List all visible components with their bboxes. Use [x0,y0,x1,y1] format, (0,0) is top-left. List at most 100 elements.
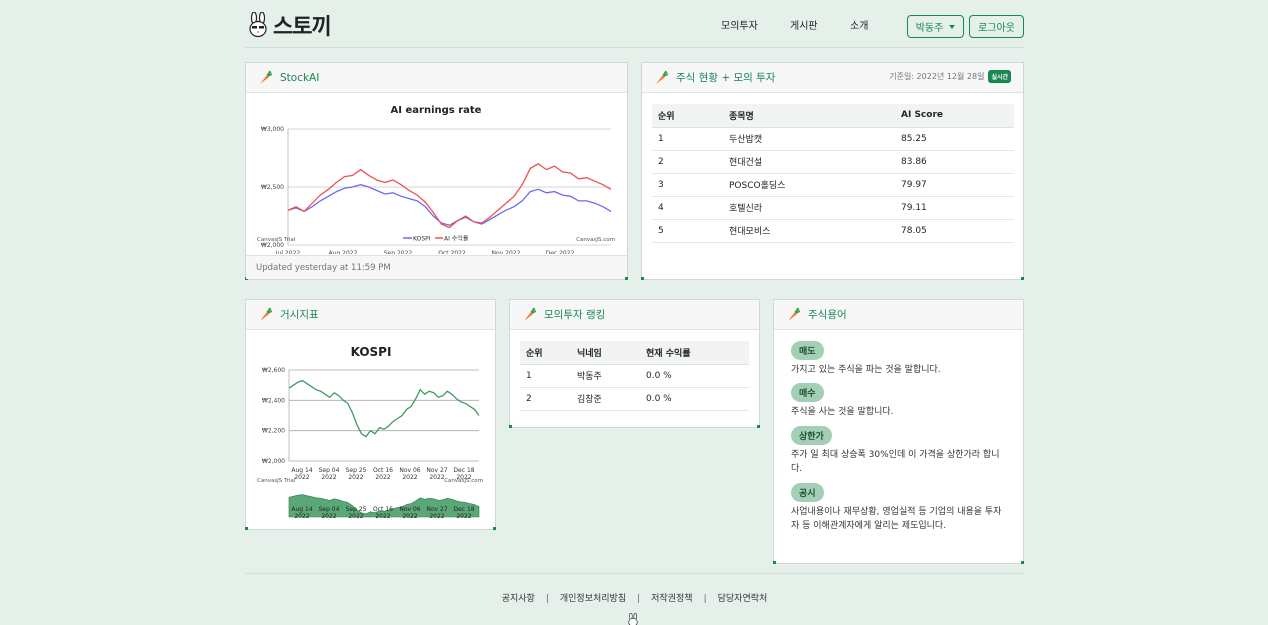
x-tick-label: Dec 18 [453,467,474,474]
x-tick-year: 2022 [294,474,309,481]
x-tick-year: 2022 [348,474,363,481]
stock-name-cell[interactable]: POSCO홀딩스 [723,173,895,197]
navigator-tick-label: Aug 14 [291,506,312,513]
footer-link-notice[interactable]: 공지사항 [502,594,535,604]
term-description: 가지고 있는 주식을 파는 것을 말합니다. [791,365,941,375]
column-header-name: 종목명 [723,104,895,128]
navigator-tick-label: Oct 16 [373,506,393,513]
nav-link-board[interactable]: 게시판 [790,17,818,32]
stock-name-cell[interactable]: 현대건설 [723,150,895,174]
brand-name: 스토끼 [273,15,332,40]
table-row[interactable]: 3 POSCO홀딩스 79.97 [652,173,1014,197]
table-row[interactable]: 1 두산밥캣 85.25 [652,127,1014,151]
rabbit-icon [628,613,638,625]
x-tick-year: 2022 [375,474,390,481]
navigator-tick-label: Sep 25 [346,506,367,513]
term-description: 사업내용이나 재무상황, 영업실적 등 기업의 내용을 투자자 등 이해관계자에… [791,507,1002,531]
logout-button[interactable]: 로그아웃 [969,15,1024,38]
stock-name-cell[interactable]: 현대모비스 [723,219,895,243]
glossary-item: 공시 사업내용이나 재무상황, 영업실적 등 기업의 내용을 투자자 등 이해관… [791,481,1006,533]
x-tick-label: Sep 04 [319,467,340,474]
base-date: 기준일: 2022년 12월 28일 [889,72,985,81]
footer-link-privacy[interactable]: 개인정보처리방침 [560,594,626,604]
navigator-tick-year: 2022 [321,513,336,520]
footer: 공지사항 | 개인정보처리방침 | 저작권정책 | 담당자연락처 [245,573,1024,625]
x-tick-year: 2022 [321,474,336,481]
card-header: StockAI [246,63,627,93]
watermark-left: CanvasJS Trial [257,478,296,484]
stock-status-card: 주식 현황 + 모의 투자 기준일: 2022년 12월 28일 실시간 순위 … [641,62,1024,280]
column-header-nickname: 닉네임 [571,341,640,365]
table-row[interactable]: 2 현대건설 83.86 [652,150,1014,174]
nav-link-about[interactable]: 소개 [850,17,868,32]
term-badge: 상한가 [791,426,832,445]
carrot-icon [260,70,273,84]
stock-table: 순위 종목명 AI Score 1 두산밥캣 85.25 2 현대건설 83.86 3P… [652,104,1014,243]
chart-title: AI earnings rate [391,105,482,116]
rabbit-icon [249,12,267,38]
chart-title: KOSPI [351,345,392,359]
return-cell: 0.0 % [640,387,749,411]
range-navigator[interactable]: Aug 142022Sep 042022Sep 252022Oct 162022… [288,494,480,520]
footer-link-copyright[interactable]: 저작권정책 [651,594,692,604]
card-title: StockAI [280,71,320,84]
watermark-right: CanvasJS.com [576,237,615,243]
x-tick-label: Sep 25 [346,467,367,474]
card-title: 주식용어 [808,309,847,321]
x-tick-label: Aug 14 [291,467,312,474]
column-header-score: AI Score [895,104,1014,128]
x-tick-label: Nov 2022 [492,250,521,254]
navigator-tick-label: Nov 06 [399,506,420,513]
nickname-cell: 박동주 [571,364,640,388]
term-badge: 매수 [791,383,824,402]
rank-cell: 3 [652,173,723,197]
ranking-table: 순위 닉네임 현재 수익률 1 박동주 0.0 % 2 김창준 0.0 % [520,341,749,411]
card-header: 모의투자 랭킹 [510,300,759,330]
navbar: 스토끼 모의투자 게시판 소개 박동주 로그아웃 [245,0,1024,48]
x-tick-label: Nov 27 [426,467,447,474]
navigator-tick-label: Dec 18 [453,506,474,513]
y-tick-label: ₩2,000 [261,242,284,249]
navigator-tick-label: Sep 04 [319,506,340,513]
y-tick-label: ₩2,200 [262,428,285,435]
column-header-rank: 순위 [652,104,723,128]
y-tick-label: ₩2,600 [262,367,285,374]
y-tick-label: ₩2,500 [261,184,284,191]
term-description: 주식을 사는 것을 말합니다. [791,407,894,417]
x-tick-year: 2022 [429,474,444,481]
table-row: 1 박동주 0.0 % [520,364,749,388]
series-line-kospi [288,379,480,438]
divider: | [545,594,549,604]
nickname-cell: 김창준 [571,387,640,411]
stock-name-cell[interactable]: 호텔신라 [723,196,895,220]
watermark-right: CanvasJS.com [444,478,483,484]
divider: | [637,594,641,604]
footer-link-contact[interactable]: 담당자연락처 [718,594,768,604]
rank-cell: 5 [652,219,723,243]
column-header-return: 현재 수익률 [640,341,749,365]
rank-cell: 1 [520,364,571,388]
navigator-tick-year: 2022 [402,513,417,520]
ranking-card: 모의투자 랭킹 순위 닉네임 현재 수익률 1 박동주 0.0 % 2 김창준 0.0 … [509,299,760,428]
date-meta: 기준일: 2022년 12월 28일 실시간 [889,70,1011,83]
stock-name-cell[interactable]: 두산밥캣 [723,127,895,151]
table-row[interactable]: 4 호텔신라 79.11 [652,196,1014,220]
card-title: 주식 현황 + 모의 투자 [676,72,776,84]
legend-label-ai: AI 수익률 [444,235,469,243]
x-tick-label: Dec 2022 [546,250,575,254]
table-row[interactable]: 5 현대모비스 78.05 [652,219,1014,243]
card-title: 모의투자 랭킹 [544,309,606,321]
card-title: 거시지표 [280,309,319,321]
x-tick-label: Oct 2022 [438,250,466,254]
rank-cell: 2 [652,150,723,174]
rank-cell: 2 [520,387,571,411]
x-tick-label: Oct 16 [373,467,393,474]
score-cell: 78.05 [895,219,1014,243]
score-cell: 83.86 [895,150,1014,174]
navigator-tick-year: 2022 [456,513,471,520]
card-header: 거시지표 [246,300,495,330]
nav-link-mock-trading[interactable]: 모의투자 [721,17,758,32]
user-dropdown-button[interactable]: 박동주 [907,15,964,38]
rank-cell: 1 [652,127,723,151]
brand-logo[interactable]: 스토끼 [247,9,332,41]
